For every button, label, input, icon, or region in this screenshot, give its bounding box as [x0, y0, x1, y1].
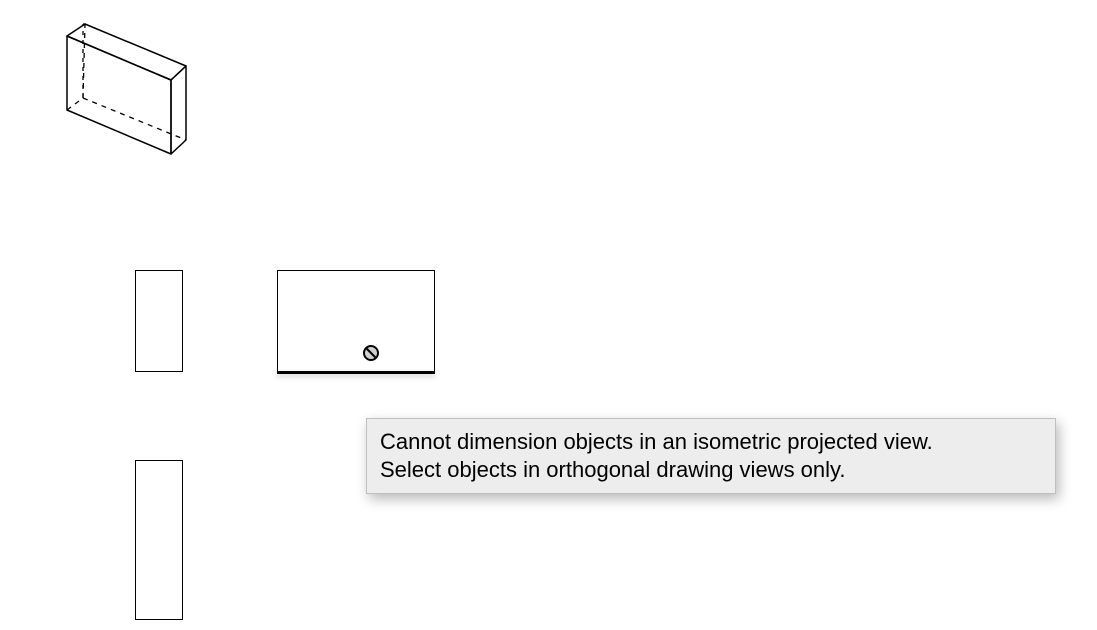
isometric-box-view[interactable]	[33, 10, 188, 180]
tooltip-line-1: Cannot dimension objects in an isometric…	[380, 428, 1042, 456]
warning-tooltip: Cannot dimension objects in an isometric…	[366, 418, 1056, 494]
drawing-canvas[interactable]: Cannot dimension objects in an isometric…	[0, 0, 1097, 630]
tooltip-line-2: Select objects in orthogonal drawing vie…	[380, 456, 1042, 484]
isometric-wireframe-icon	[33, 10, 188, 180]
ortho-view-front[interactable]	[277, 270, 435, 372]
selected-edge-highlight	[277, 372, 435, 374]
not-allowed-icon	[363, 345, 379, 361]
ortho-view-side-b[interactable]	[135, 460, 183, 620]
ortho-view-side-a[interactable]	[135, 270, 183, 372]
